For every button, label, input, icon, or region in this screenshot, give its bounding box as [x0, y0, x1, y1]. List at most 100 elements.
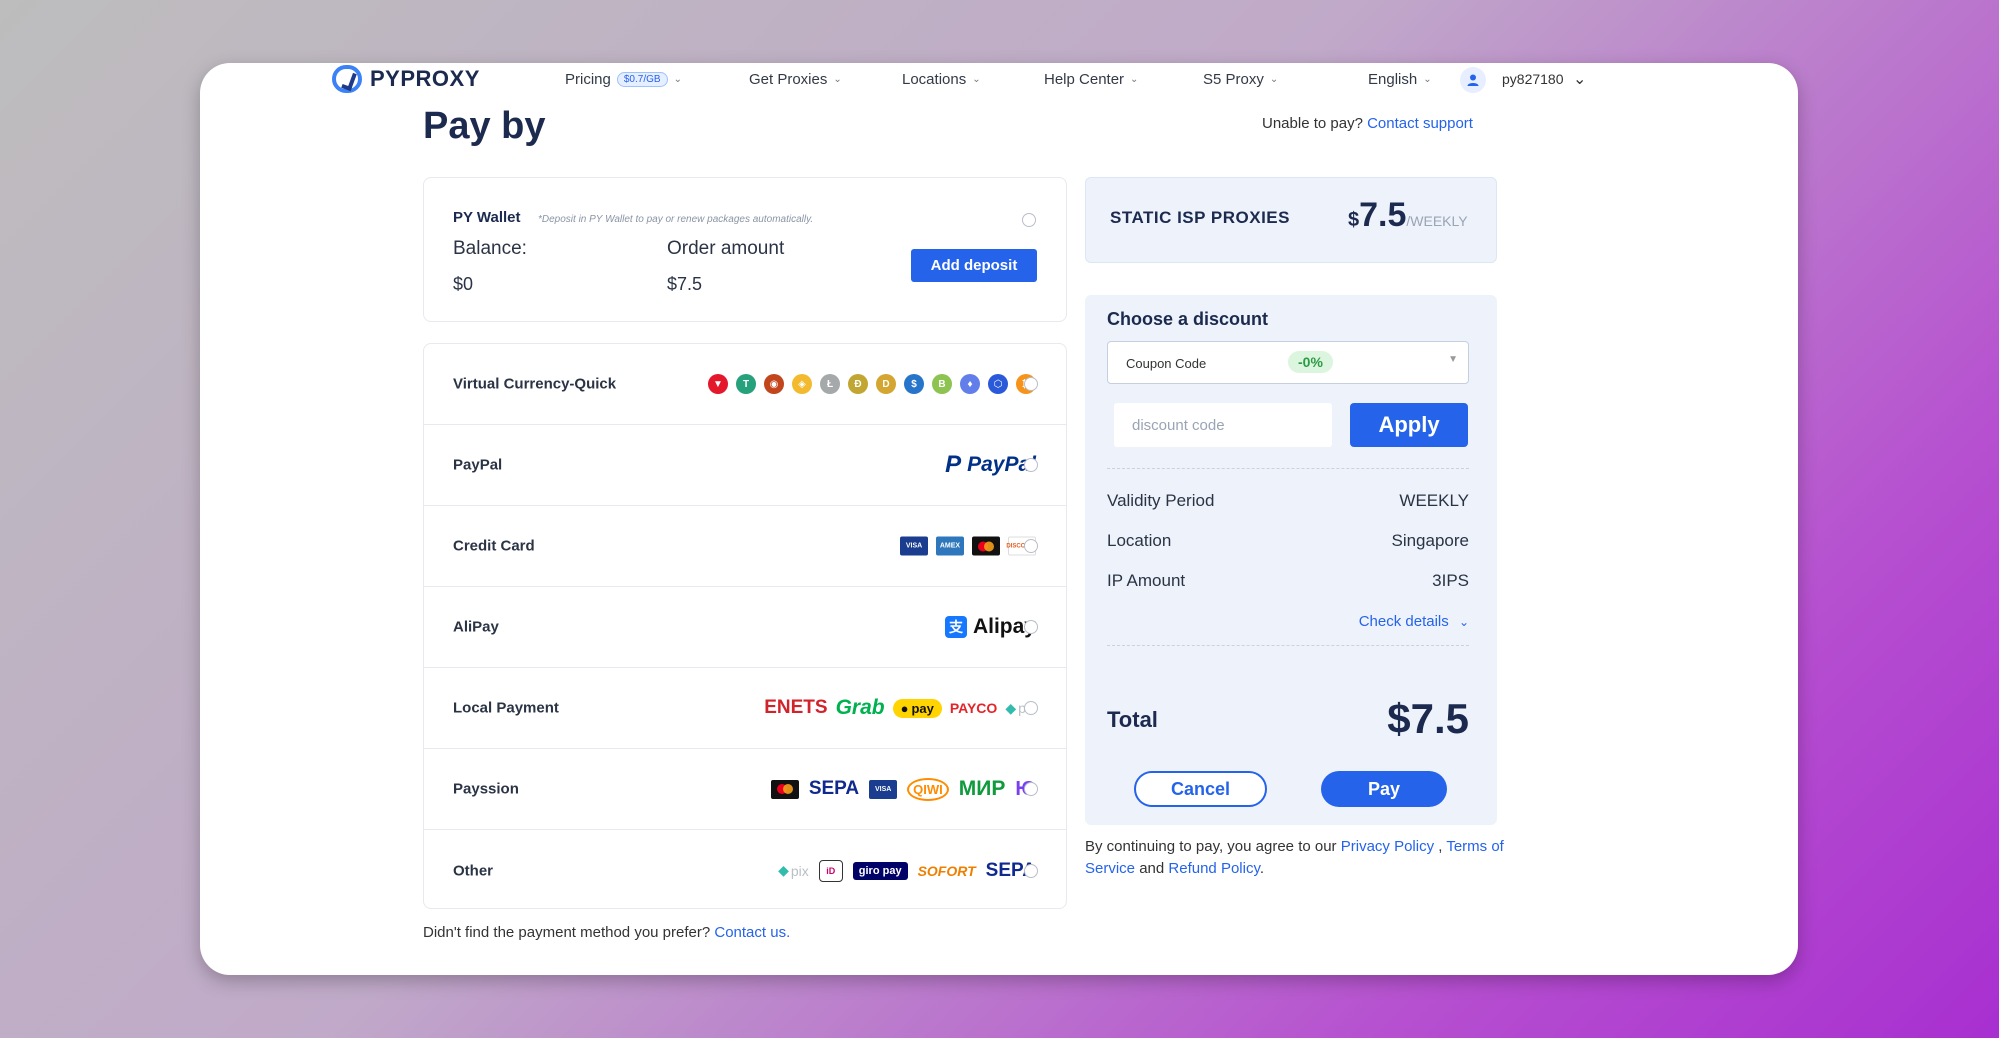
method-label: PayPal — [453, 456, 503, 474]
method-local-payment[interactable]: Local Payment ENETS Grab ●pay PAYCO ◆pix — [424, 668, 1066, 749]
method-other[interactable]: Other ◆ pix iD giro pay SOFORT SEPA — [424, 830, 1066, 911]
chainlink-icon: ⬡ — [988, 374, 1008, 394]
check-details-link[interactable]: Check details ⌄ — [1359, 613, 1469, 630]
user-icon — [1467, 74, 1479, 86]
pix-icon: ◆ — [778, 862, 789, 878]
nav-get-proxies[interactable]: Get Proxies ⌄ — [749, 71, 842, 88]
cancel-button[interactable]: Cancel — [1134, 771, 1267, 807]
page-title: Pay by — [423, 105, 546, 147]
nav-help-center[interactable]: Help Center ⌄ — [1044, 71, 1138, 88]
method-radio[interactable] — [1024, 539, 1038, 553]
other-icons: ◆ pix iD giro pay SOFORT SEPA — [778, 859, 1036, 882]
dogecoin-icon: Ð — [848, 374, 868, 394]
method-radio[interactable] — [1024, 620, 1038, 634]
refund-policy-link[interactable]: Refund Policy — [1168, 860, 1259, 877]
method-radio[interactable] — [1024, 782, 1038, 796]
method-virtual-currency[interactable]: Virtual Currency-Quick ▼T◉◈ŁÐD$B♦⬡₿ — [424, 344, 1066, 425]
coin-icons: ▼T◉◈ŁÐD$B♦⬡₿ — [708, 374, 1036, 394]
nav-language[interactable]: English ⌄ — [1368, 71, 1432, 88]
litecoin-icon: Ł — [820, 374, 840, 394]
method-radio[interactable] — [1024, 458, 1038, 472]
nav-pricing[interactable]: Pricing $0.7/GB ⌄ — [565, 71, 682, 88]
chevron-down-icon: ▼ — [1448, 354, 1458, 365]
check-details-label: Check details — [1358, 613, 1449, 630]
py-wallet-box[interactable]: PY Wallet *Deposit in PY Wallet to pay o… — [423, 177, 1067, 322]
row-label: IP Amount — [1107, 571, 1186, 590]
pricing-badge: $0.7/GB — [616, 72, 668, 87]
grabpay-logo: ● pay — [892, 698, 942, 718]
privacy-policy-link[interactable]: Privacy Policy — [1341, 838, 1434, 855]
visa-icon: VISA — [869, 779, 898, 799]
chevron-down-icon: ⌄ — [833, 74, 842, 85]
card-icons: VISA AMEX DISCOVER — [900, 536, 1038, 556]
mastercard-icon — [770, 779, 799, 799]
chevron-down-icon: ⌄ — [1130, 74, 1139, 85]
wallet-note: *Deposit in PY Wallet to pay or renew pa… — [538, 214, 814, 225]
logo-text: PYPROXY — [370, 66, 480, 91]
product-name: STATIC ISP PROXIES — [1110, 208, 1290, 227]
apply-button[interactable]: Apply — [1350, 403, 1468, 447]
total-value: $7.5 — [1387, 695, 1469, 742]
row-value: 3IPS — [1432, 571, 1469, 590]
contact-us-link[interactable]: Contact us. — [714, 924, 790, 941]
legal-note: By continuing to pay, you agree to our P… — [1085, 836, 1505, 880]
username[interactable]: py827180 — [1502, 71, 1564, 87]
method-radio[interactable] — [1024, 377, 1038, 391]
not-found-text: Didn't find the payment method you prefe… — [423, 924, 711, 941]
avatar[interactable] — [1460, 67, 1486, 93]
contact-support-link[interactable]: Contact support — [1367, 115, 1473, 132]
legal-and: and — [1139, 860, 1165, 877]
alipay-icon: 支 — [944, 616, 967, 638]
sofort-logo: SOFORT — [917, 862, 976, 879]
nav-get-proxies-label: Get Proxies — [749, 71, 828, 88]
coupon-select[interactable]: Coupon Code -0% ▼ — [1107, 341, 1469, 384]
logo[interactable]: PYPROXY — [332, 65, 480, 93]
paypal-logo: P PayPal — [945, 451, 1036, 479]
discount-code-input[interactable] — [1114, 403, 1332, 447]
bitcoin-cash-icon: B — [932, 374, 952, 394]
discount-panel: Choose a discount Coupon Code -0% ▼ Appl… — [1085, 295, 1497, 825]
amex-icon: AMEX — [936, 536, 964, 556]
pix-logo: ◆pix — [778, 862, 809, 879]
product-price: $7.5/WEEKLY — [1348, 196, 1468, 235]
pyproxy-logo-icon — [332, 65, 362, 93]
top-nav: PYPROXY Pricing $0.7/GB ⌄ Get Proxies ⌄ … — [200, 63, 1798, 97]
method-label: Credit Card — [453, 537, 535, 555]
wallet-radio[interactable] — [1022, 213, 1036, 227]
doge-gold-icon: D — [876, 374, 896, 394]
price-amount: 7.5 — [1359, 196, 1407, 234]
method-payssion[interactable]: Payssion SEPA VISA QIWI МИР Ю — [424, 749, 1066, 830]
chevron-down-icon[interactable]: ⌄ — [1573, 69, 1586, 89]
coupon-label: Coupon Code — [1126, 356, 1207, 371]
legal-prefix: By continuing to pay, you agree to our — [1085, 838, 1337, 855]
nav-s5-proxy[interactable]: S5 Proxy ⌄ — [1203, 71, 1278, 88]
add-deposit-button[interactable]: Add deposit — [911, 249, 1037, 282]
local-payment-icons: ENETS Grab ●pay PAYCO ◆pix — [764, 696, 1036, 720]
pay-button[interactable]: Pay — [1321, 771, 1447, 807]
method-radio[interactable] — [1024, 701, 1038, 715]
summary-row-ip-amount: IP Amount 3IPS — [1107, 571, 1469, 591]
payssion-icons: SEPA VISA QIWI МИР Ю — [770, 777, 1036, 801]
alipay-logo: 支 Alipay — [944, 615, 1036, 639]
unable-to-pay: Unable to pay? Contact support — [1262, 115, 1473, 132]
payco-logo: PAYCO — [949, 700, 998, 716]
pix-icon: ◆ — [1005, 699, 1017, 716]
pix-label: pix — [790, 862, 809, 879]
legal-comma: , — [1438, 838, 1443, 855]
coupon-percent-badge: -0% — [1288, 351, 1333, 373]
chat-bubble-icon: ● — [900, 700, 909, 716]
enets-logo: ENETS — [764, 697, 828, 718]
payment-card: PYPROXY Pricing $0.7/GB ⌄ Get Proxies ⌄ … — [200, 63, 1798, 975]
payment-methods: Virtual Currency-Quick ▼T◉◈ŁÐD$B♦⬡₿ PayP… — [423, 343, 1067, 909]
nav-locations[interactable]: Locations ⌄ — [902, 71, 981, 88]
method-radio[interactable] — [1024, 863, 1038, 878]
ideal-icon: iD — [818, 859, 843, 882]
summary-row-validity: Validity Period WEEKLY — [1107, 491, 1469, 511]
method-paypal[interactable]: PayPal P PayPal — [424, 425, 1066, 506]
method-alipay[interactable]: AliPay 支 Alipay — [424, 587, 1066, 668]
method-credit-card[interactable]: Credit Card VISA AMEX DISCOVER — [424, 506, 1066, 587]
pay-label: pay — [911, 700, 934, 716]
chevron-down-icon: ⌄ — [673, 74, 682, 85]
mir-logo: МИР — [958, 777, 1006, 800]
row-value: Singapore — [1391, 531, 1469, 550]
